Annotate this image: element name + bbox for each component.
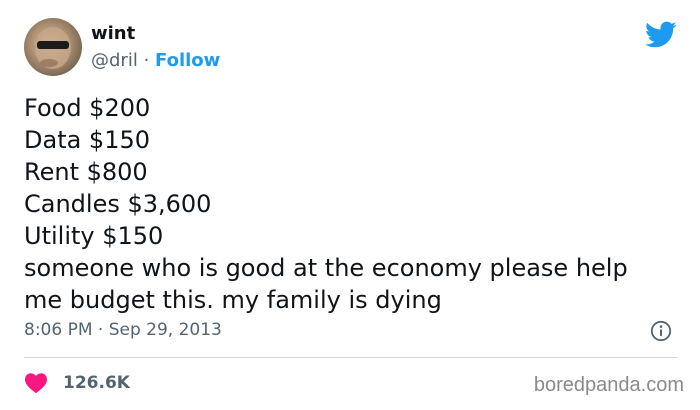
tweet-line: Utility $150 [24, 222, 164, 250]
tweet-timestamp[interactable]: 8:06 PM · Sep 29, 2013 [24, 318, 222, 342]
tweet-line: Data $150 [24, 126, 151, 154]
follow-button[interactable]: Follow [155, 50, 220, 71]
tweet-line: Food $200 [24, 94, 151, 122]
tweet-line: someone who is good at the economy pleas… [24, 254, 628, 282]
timestamp-separator: · [97, 320, 104, 340]
tweet-line: Candles $3,600 [24, 190, 212, 218]
handle-row: @dril · Follow [91, 49, 220, 73]
heart-icon [25, 373, 47, 394]
tweet-date: Sep 29, 2013 [108, 320, 222, 340]
divider [24, 357, 678, 358]
author-info: wint @dril · Follow [91, 22, 220, 73]
info-icon[interactable] [650, 320, 672, 342]
author-handle[interactable]: @dril [91, 50, 138, 71]
twitter-bird-icon[interactable] [645, 21, 677, 49]
watermark: boredpanda.com [533, 374, 684, 396]
tweet-line: Rent $800 [24, 158, 148, 186]
like-count: 126.6K [63, 373, 130, 393]
avatar-photo [35, 27, 71, 69]
tweet-time: 8:06 PM [24, 320, 93, 340]
tweet-text: Food $200 Data $150 Rent $800 Candles $3… [24, 92, 684, 316]
tweet-card: wint @dril · Follow Food $200 Data $150 … [0, 0, 700, 410]
author-display-name[interactable]: wint [91, 22, 220, 46]
like-button[interactable]: 126.6K [24, 369, 130, 397]
handle-separator: · [143, 50, 150, 71]
tweet-line: me budget this. my family is dying [24, 286, 442, 314]
avatar[interactable] [24, 18, 82, 76]
